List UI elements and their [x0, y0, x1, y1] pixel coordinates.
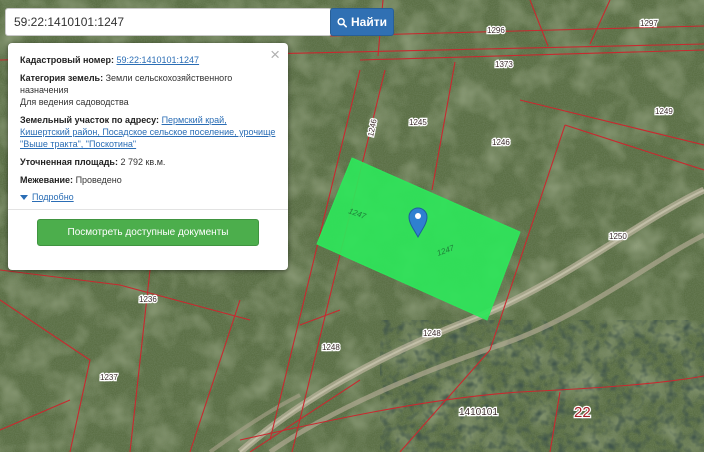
land-use-value: Для ведения садоводства: [20, 97, 129, 107]
parcel-label: 1297: [640, 19, 658, 28]
search-input[interactable]: [5, 8, 332, 36]
search-icon: [337, 17, 348, 28]
survey-value: Проведено: [75, 175, 122, 185]
parcel-label: 1245: [409, 118, 427, 127]
cadastral-quarter-label: 1410101: [459, 407, 498, 418]
caret-down-icon: [20, 194, 28, 200]
cadastral-district-label: 22: [574, 404, 591, 421]
parcel-label: 1373: [495, 60, 513, 69]
land-category-label: Категория земель:: [20, 73, 104, 83]
parcel-label: 1237: [100, 373, 118, 382]
parcel-label: 1296: [487, 26, 505, 35]
parcel-label: 1249: [655, 107, 673, 116]
cadastral-number-link[interactable]: 59:22:1410101:1247: [116, 55, 199, 65]
address-label: Земельный участок по адресу:: [20, 115, 160, 125]
parcel-label: 1250: [609, 232, 627, 241]
area-label: Уточненная площадь:: [20, 157, 118, 167]
parcel-label: 1236: [139, 295, 157, 304]
details-link[interactable]: Подробно: [32, 192, 74, 202]
area-value: 2 792 кв.м.: [120, 157, 166, 167]
parcel-info-popup: × Кадастровый номер: 59:22:1410101:1247 …: [8, 43, 288, 270]
survey-label: Межевание:: [20, 175, 74, 185]
details-toggle[interactable]: Подробно: [20, 192, 276, 202]
view-documents-button[interactable]: Посмотреть доступные документы: [37, 219, 259, 246]
search-button[interactable]: Найти: [330, 8, 394, 36]
cadastral-number-row: Кадастровый номер: 59:22:1410101:1247: [20, 54, 276, 66]
parcel-label: 1248: [322, 343, 340, 352]
parcel-label: 1248: [423, 329, 441, 338]
address-row: Земельный участок по адресу: Пермский кр…: [20, 114, 276, 150]
survey-row: Межевание: Проведено: [20, 174, 276, 186]
parcel-label: 1246: [492, 138, 510, 147]
search-button-label: Найти: [351, 15, 387, 29]
land-category-row: Категория земель: Земли сельскохозяйстве…: [20, 72, 276, 108]
area-row: Уточненная площадь: 2 792 кв.м.: [20, 156, 276, 168]
popup-divider: [8, 209, 288, 210]
close-icon[interactable]: ×: [270, 46, 280, 63]
cadastral-number-label: Кадастровый номер:: [20, 55, 114, 65]
